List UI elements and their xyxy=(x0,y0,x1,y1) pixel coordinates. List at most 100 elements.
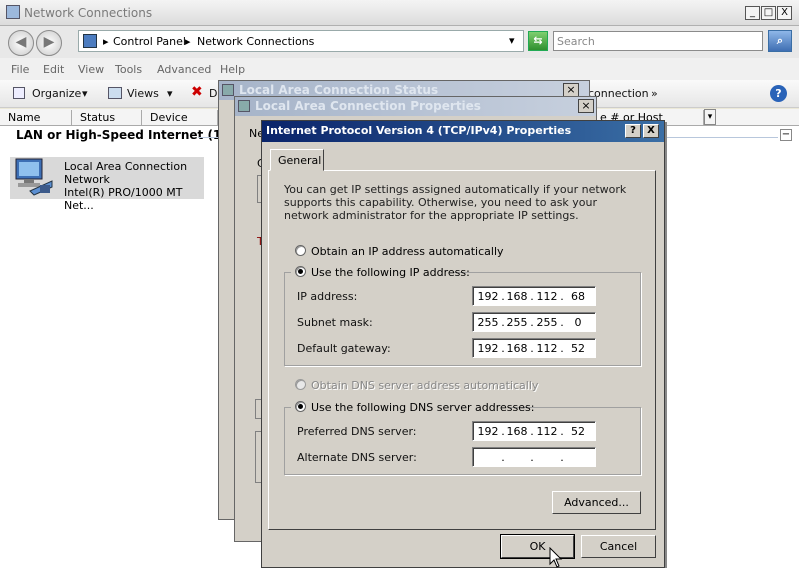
connection-button[interactable]: connection xyxy=(588,87,649,100)
ip-octet: 168 xyxy=(506,290,528,303)
window-titlebar: Network Connections _ □ X xyxy=(0,0,799,26)
dns-octet: 168 xyxy=(506,425,528,438)
ip-dot: . xyxy=(501,451,505,464)
ip-dot: . xyxy=(530,290,534,303)
column-name[interactable]: Name xyxy=(0,110,72,125)
advanced-button[interactable]: Advanced... xyxy=(552,491,641,514)
back-button[interactable]: ◀ xyxy=(8,30,34,56)
mask-octet: 255 xyxy=(536,316,558,329)
ip-address-label: IP address: xyxy=(297,290,358,303)
list-item-local-area-connection[interactable]: Local Area Connection Network Intel(R) P… xyxy=(10,157,204,212)
column-device-name[interactable]: Device Name xyxy=(142,110,218,137)
control-panel-icon xyxy=(83,34,97,48)
dns-manual-label[interactable]: Use the following DNS server addresses: xyxy=(311,401,534,414)
gateway-label: Default gateway: xyxy=(297,342,391,355)
preferred-dns-field[interactable]: 192. 168. 112. 52 xyxy=(472,421,596,441)
navigation-bar: ◀ ▶ ▸ Control Panel ▸ Network Connection… xyxy=(0,26,799,58)
ip-dot: . xyxy=(530,451,534,464)
dns-auto-label[interactable]: Obtain DNS server address automatically xyxy=(311,379,538,392)
tab-general[interactable]: General xyxy=(270,149,324,171)
delete-button[interactable]: D xyxy=(209,87,217,100)
ip-dot: . xyxy=(530,316,534,329)
ip-dot: . xyxy=(560,290,564,303)
refresh-icon[interactable]: ⇆ xyxy=(528,31,548,51)
gw-octet: 52 xyxy=(571,342,585,355)
subnet-mask-label: Subnet mask: xyxy=(297,316,373,329)
network-computer-icon xyxy=(15,158,53,196)
ok-button[interactable]: OK xyxy=(500,534,575,559)
ip-octet: 192 xyxy=(477,290,499,303)
group-header[interactable]: LAN or High-Speed Internet (1) xyxy=(16,128,227,142)
ip-manual-label[interactable]: Use the following IP address: xyxy=(311,266,470,279)
mask-octet: 255 xyxy=(477,316,499,329)
gateway-field[interactable]: 192. 168. 112. 52 xyxy=(472,338,596,358)
forward-button[interactable]: ▶ xyxy=(36,30,62,56)
properties-dialog-title: Local Area Connection Properties xyxy=(235,97,596,116)
window-title: Network Connections xyxy=(24,6,153,20)
views-button[interactable]: Views xyxy=(127,87,159,100)
close-button[interactable]: X xyxy=(777,6,792,20)
chevron-down-icon[interactable]: ▾ xyxy=(167,87,173,100)
address-bar[interactable]: ▸ Control Panel ▸ Network Connections ▾ xyxy=(78,30,524,52)
subnet-mask-field[interactable]: 255. 255. 255. 0 xyxy=(472,312,596,332)
help-button[interactable]: ? xyxy=(625,124,641,138)
organize-button[interactable]: Organize xyxy=(32,87,81,100)
properties-close-button[interactable]: × xyxy=(578,99,594,113)
minimize-button[interactable]: _ xyxy=(745,6,760,20)
chevron-down-icon[interactable]: ▾ xyxy=(704,109,716,125)
preferred-dns-label: Preferred DNS server: xyxy=(297,425,417,438)
network-icon xyxy=(222,84,234,96)
ip-octet: 68 xyxy=(571,290,585,303)
menu-view[interactable]: View xyxy=(78,63,104,76)
menu-advanced[interactable]: Advanced xyxy=(157,63,211,76)
chevron-down-icon[interactable]: ▾ xyxy=(82,87,88,100)
menu-file[interactable]: File xyxy=(11,63,29,76)
breadcrumb-network-connections[interactable]: Network Connections xyxy=(197,35,314,48)
dns-octet: 192 xyxy=(477,425,499,438)
ipv4-properties-dialog: Internet Protocol Version 4 (TCP/IPv4) P… xyxy=(261,120,665,568)
breadcrumb-control-panel[interactable]: Control Panel xyxy=(113,35,186,48)
dns-auto-radio[interactable] xyxy=(295,379,306,390)
chevron-right-icon[interactable]: ▸ xyxy=(185,35,191,48)
ip-auto-radio[interactable] xyxy=(295,245,306,256)
more-commands-icon[interactable]: » xyxy=(651,87,658,100)
dialog-close-button[interactable]: X xyxy=(643,124,659,138)
cancel-button[interactable]: Cancel xyxy=(581,535,656,558)
menu-bar: File Edit View Tools Advanced Help xyxy=(0,58,799,80)
ip-octet: 112 xyxy=(536,290,558,303)
organize-icon xyxy=(13,87,25,99)
views-icon xyxy=(108,87,122,99)
ip-manual-radio[interactable] xyxy=(295,266,306,277)
menu-help[interactable]: Help xyxy=(220,63,245,76)
collapse-icon[interactable]: − xyxy=(780,129,792,141)
connection-name: Local Area Connection xyxy=(64,160,188,173)
ip-dot: . xyxy=(530,425,534,438)
connection-device: Intel(R) PRO/1000 MT Net... xyxy=(64,186,183,212)
address-dropdown-icon[interactable]: ▾ xyxy=(509,34,515,47)
ip-address-field[interactable]: 192. 168. 112. 68 xyxy=(472,286,596,306)
ip-dot: . xyxy=(560,451,564,464)
chevron-right-icon[interactable]: ▸ xyxy=(103,35,109,48)
ipv4-dialog-title: Internet Protocol Version 4 (TCP/IPv4) P… xyxy=(262,121,664,142)
search-icon[interactable]: ⌕ xyxy=(768,30,792,52)
help-icon[interactable]: ? xyxy=(770,85,787,102)
menu-tools[interactable]: Tools xyxy=(115,63,142,76)
ip-auto-label[interactable]: Obtain an IP address automatically xyxy=(311,245,504,258)
status-close-button[interactable]: × xyxy=(563,83,579,97)
gw-octet: 192 xyxy=(477,342,499,355)
search-input[interactable]: Search xyxy=(553,31,763,51)
alternate-dns-label: Alternate DNS server: xyxy=(297,451,417,464)
dns-manual-radio[interactable] xyxy=(295,401,306,412)
delete-icon[interactable]: ✖ xyxy=(191,84,203,100)
description-text: You can get IP settings assigned automat… xyxy=(284,183,627,222)
mouse-cursor-icon xyxy=(549,547,563,568)
dns-octet: 52 xyxy=(571,425,585,438)
gw-octet: 112 xyxy=(536,342,558,355)
alternate-dns-field[interactable]: . . . xyxy=(472,447,596,467)
maximize-button[interactable]: □ xyxy=(761,6,776,20)
ip-dot: . xyxy=(560,342,564,355)
gw-octet: 168 xyxy=(506,342,528,355)
ip-dot: . xyxy=(530,342,534,355)
menu-edit[interactable]: Edit xyxy=(43,63,64,76)
column-status[interactable]: Status xyxy=(72,110,142,125)
